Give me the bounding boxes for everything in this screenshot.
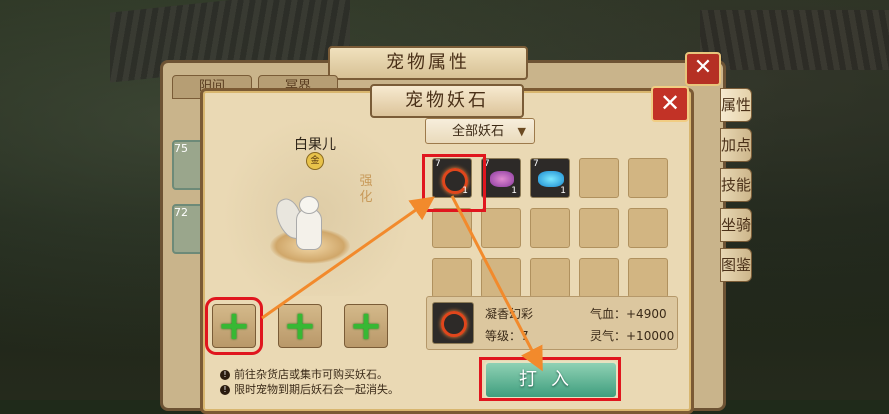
arrow-stone-to-button <box>450 195 543 372</box>
arrow-slot-to-stone <box>261 196 435 320</box>
tutorial-arrows <box>261 195 543 372</box>
